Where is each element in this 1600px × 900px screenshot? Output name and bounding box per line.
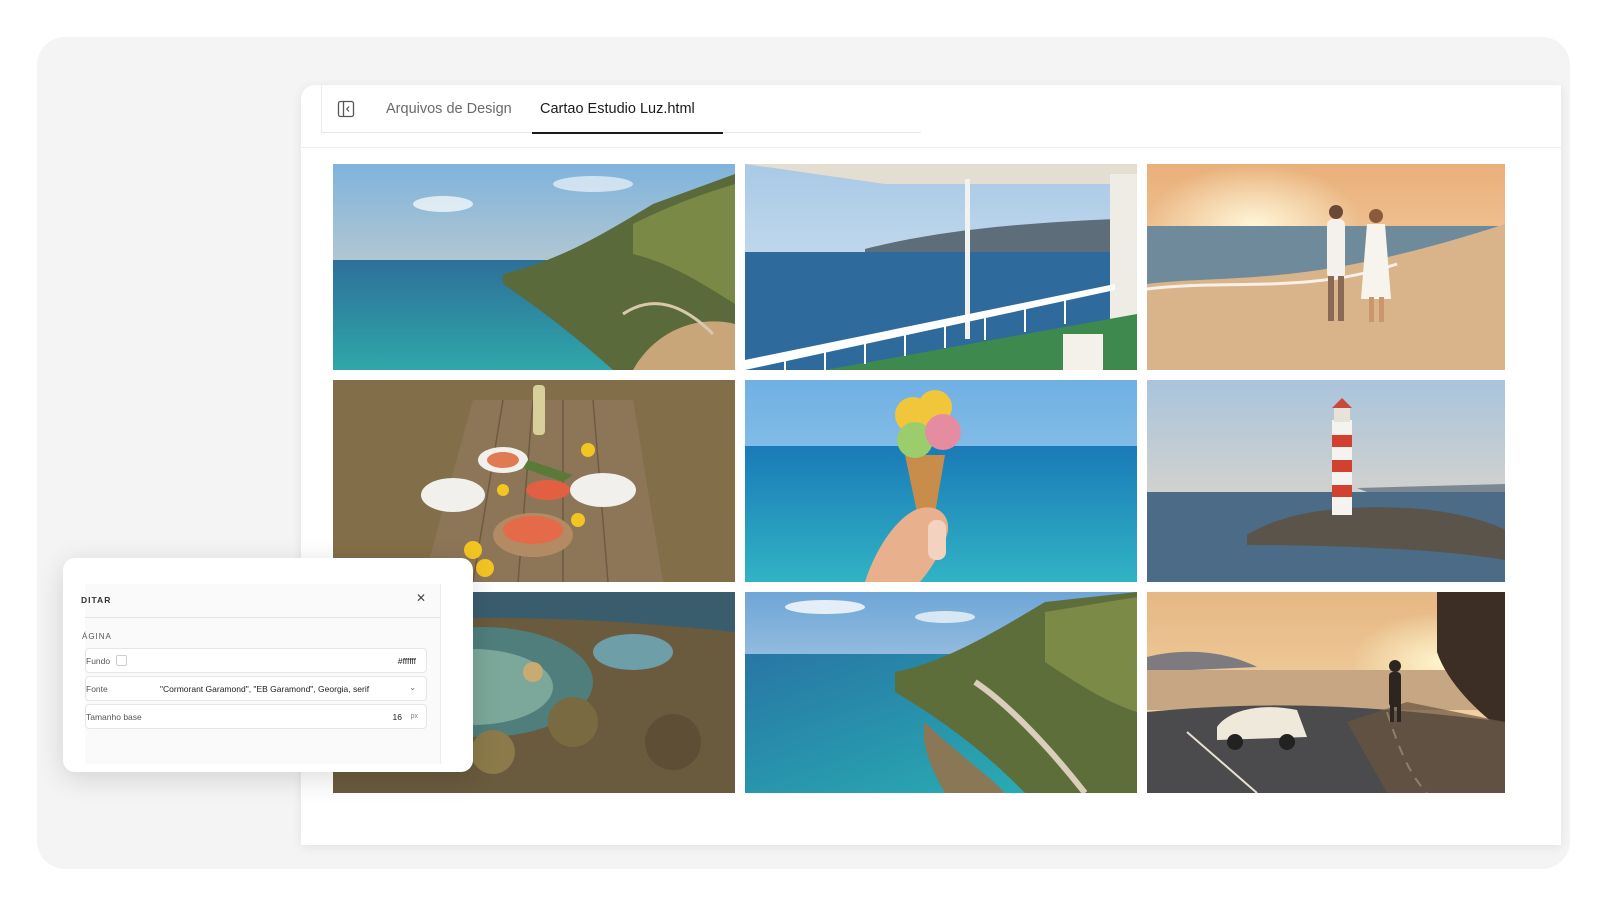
edit-panel: DITAR ✕ ÁGINA Fundo #ffffff Fonte "Cormo…: [63, 558, 473, 772]
close-icon[interactable]: ✕: [416, 591, 426, 605]
field-background-value[interactable]: #ffffff: [398, 656, 416, 666]
field-font[interactable]: Fonte "Cormorant Garamond", "EB Garamond…: [85, 676, 427, 701]
edit-panel-title: DITAR: [81, 595, 112, 605]
photo-couple-beach-sunset[interactable]: [1147, 164, 1505, 370]
base-size-unit: px: [410, 713, 418, 720]
app-window: Arquivos de Design Cartao Estudio Luz.ht…: [301, 85, 1561, 845]
photo-ice-cream-cone-sea[interactable]: [745, 380, 1137, 582]
base-size-value[interactable]: 16: [393, 712, 402, 722]
tab-bar: Arquivos de Design Cartao Estudio Luz.ht…: [321, 85, 921, 134]
photo-lighthouse-jetty[interactable]: [1147, 380, 1505, 582]
field-background-label: Fundo: [86, 656, 111, 666]
field-font-label: Fonte: [86, 684, 108, 694]
field-base-size-label: Tamanho base: [86, 712, 142, 722]
chevron-down-icon[interactable]: ⌄: [409, 683, 416, 692]
photo-seafood-picnic-table[interactable]: [333, 380, 735, 582]
sidebar-toggle-icon[interactable]: [337, 100, 355, 118]
photo-ferry-deck-view[interactable]: [745, 164, 1137, 370]
tab-cartao-estudio-luz[interactable]: Cartao Estudio Luz.html: [532, 85, 723, 134]
photo-coastal-cliff-road[interactable]: [333, 164, 735, 370]
tab-design-files[interactable]: Arquivos de Design: [386, 85, 512, 133]
panel-divider: [85, 617, 440, 618]
color-swatch[interactable]: [116, 655, 127, 666]
edit-panel-body: DITAR ✕ ÁGINA Fundo #ffffff Fonte "Cormo…: [81, 584, 441, 764]
field-base-size[interactable]: Tamanho base 16 px: [85, 704, 427, 729]
font-select-value[interactable]: "Cormorant Garamond", "EB Garamond", Geo…: [160, 684, 369, 694]
section-label-page: ÁGINA: [82, 632, 112, 641]
photo-convertible-sunset-road[interactable]: [1147, 592, 1505, 793]
toolbar-divider: [301, 147, 1561, 148]
field-background[interactable]: Fundo #ffffff: [85, 648, 427, 673]
photo-coastal-road-bay[interactable]: [745, 592, 1137, 793]
